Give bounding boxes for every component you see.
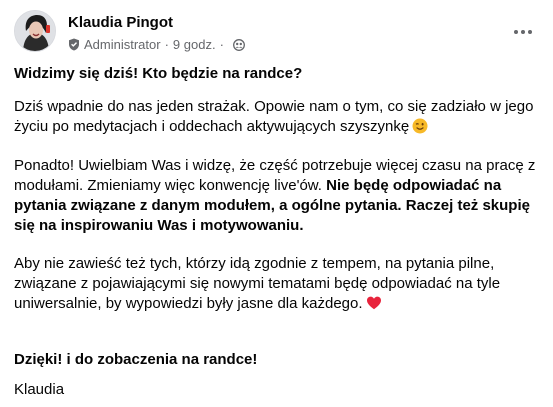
post-title: Widzimy się dziś! Kto będzie na randce? — [14, 65, 303, 82]
more-dot — [528, 30, 532, 34]
author-name[interactable]: Klaudia Pingot — [68, 14, 173, 31]
audience-group-icon[interactable] — [232, 38, 245, 51]
winking-face-emoji — [412, 118, 428, 134]
post-header: Klaudia Pingot Administrator · 9 godz. · — [14, 10, 542, 54]
meta-separator: · — [164, 37, 169, 52]
paragraph-1-text: Dziś wpadnie do nas jeden strażak. Opowi… — [14, 98, 534, 135]
paragraph-3-text: Aby nie zawieść też tych, którzy idą zgo… — [14, 255, 501, 312]
post-meta: Administrator · 9 godz. · — [68, 37, 245, 52]
more-dot — [514, 30, 518, 34]
avatar-portrait — [15, 11, 55, 51]
post-paragraph-2: Ponadto! Uwielbiam Was i widzę, że część… — [14, 156, 542, 236]
post-time[interactable]: 9 godz. — [173, 37, 216, 52]
author-avatar[interactable] — [14, 10, 56, 52]
post-paragraph-4: Dzięki! i do zobaczenia na randce! — [14, 351, 258, 368]
admin-shield-icon — [69, 38, 79, 51]
post-paragraph-3: Aby nie zawieść też tych, którzy idą zgo… — [14, 254, 542, 314]
post-signature: Klaudia — [14, 381, 65, 398]
post-paragraph-1: Dziś wpadnie do nas jeden strażak. Opowi… — [14, 97, 542, 137]
meta-separator: · — [219, 37, 224, 52]
red-heart-emoji — [366, 296, 381, 310]
more-options-button[interactable] — [508, 22, 538, 42]
more-dot — [521, 30, 525, 34]
author-role[interactable]: Administrator — [84, 37, 161, 52]
